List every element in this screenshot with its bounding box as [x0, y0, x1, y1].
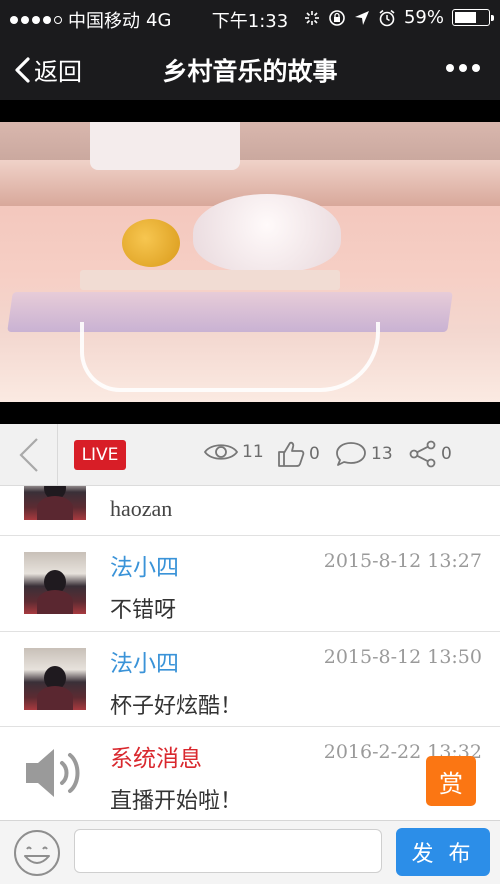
battery-percent: 59% — [403, 7, 444, 28]
status-right: 59% — [304, 7, 494, 28]
avatar[interactable] — [24, 648, 86, 710]
avatar[interactable] — [24, 552, 86, 614]
back-button[interactable]: 返回 — [14, 52, 82, 87]
comment-input-bar: 发 布 — [0, 820, 500, 884]
share-icon — [409, 440, 436, 468]
emoji-icon[interactable] — [12, 828, 62, 878]
list-item: 法小四 2015-8-12 13:50 杯子好炫酷！ — [0, 632, 500, 727]
chevron-left-icon — [18, 438, 38, 472]
comment-button[interactable]: 13 — [334, 440, 393, 468]
stats-bar: LIVE 11 0 13 0 — [0, 424, 500, 486]
alarm-icon — [379, 9, 395, 26]
list-item: 法小四 2015-8-12 13:27 不错呀 — [0, 536, 500, 632]
rotation-lock-icon — [329, 9, 345, 26]
comment-list[interactable]: haozan 法小四 2015-8-12 13:27 不错呀 法小四 2015-… — [0, 486, 500, 820]
comment-time: 2015-8-12 13:50 — [323, 646, 482, 668]
more-icon[interactable] — [446, 64, 480, 72]
share-button[interactable]: 0 — [408, 440, 452, 468]
status-bar: 中国移动 4G 下午1:33 59% — [0, 0, 500, 36]
comment-count-value: 13 — [371, 444, 393, 464]
avatar[interactable] — [24, 486, 86, 520]
list-item: 系统消息 2016-2-22 13:32 直播开始啦！ — [0, 727, 500, 820]
speaker-icon — [26, 749, 80, 797]
location-icon — [354, 10, 369, 25]
comment-bubble-icon — [336, 442, 366, 466]
share-count-value: 0 — [441, 444, 452, 464]
nav-bar: 返回 乡村音乐的故事 — [0, 36, 500, 100]
like-button[interactable]: 0 — [276, 440, 320, 468]
comment-text: 直播开始啦！ — [110, 789, 243, 814]
comment-time: 2015-8-12 13:27 — [323, 550, 482, 572]
eye-icon — [203, 444, 239, 460]
publish-button[interactable]: 发 布 — [396, 828, 490, 876]
like-count-value: 0 — [309, 444, 320, 464]
list-item: haozan — [0, 486, 500, 536]
comment-text: haozan — [110, 496, 173, 521]
chevron-left-icon — [15, 56, 30, 83]
comment-input[interactable] — [74, 829, 382, 873]
comment-text: 杯子好炫酷！ — [110, 694, 243, 719]
comment-author[interactable]: 法小四 — [110, 644, 179, 678]
view-count: 11 — [203, 440, 264, 464]
comment-text: 不错呀 — [110, 598, 177, 623]
comment-author: 系统消息 — [110, 746, 202, 772]
thumbs-up-icon — [278, 441, 305, 467]
back-label: 返回 — [34, 58, 82, 86]
comment-author[interactable]: 法小四 — [110, 548, 179, 582]
battery-icon — [452, 9, 494, 26]
video-frame — [0, 122, 500, 402]
reward-button[interactable]: 赏 — [426, 756, 476, 806]
collapse-button[interactable] — [0, 424, 58, 486]
live-video-player[interactable] — [0, 100, 500, 424]
live-badge: LIVE — [74, 440, 126, 470]
loading-icon — [304, 10, 319, 25]
view-count-value: 11 — [242, 442, 264, 462]
